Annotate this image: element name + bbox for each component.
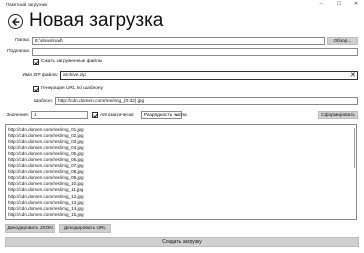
decode-json-button[interactable]: Декодировать JSON: [5, 224, 55, 233]
url-template-checkbox-label: Генерация URL по шаблону: [41, 86, 103, 91]
checkmark-icon: [93, 114, 99, 118]
create-download-button[interactable]: Создать загрузку: [5, 237, 359, 247]
auto-checkbox[interactable]: [92, 112, 99, 118]
values-label: Значения:: [6, 113, 29, 118]
auto-checkbox-label: Автоматически: [100, 113, 134, 118]
arrow-left-icon: [11, 17, 20, 27]
url-template-checkbox[interactable]: [33, 86, 40, 92]
minimize-button[interactable]: –: [316, 1, 326, 8]
window-title: Пакетный загрузчик: [6, 2, 48, 7]
decode-url-button[interactable]: Декодировать URL: [59, 224, 111, 233]
browse-button[interactable]: Обзор...: [327, 37, 358, 45]
scrollbar[interactable]: [353, 128, 355, 168]
chevron-down-icon: ⌄: [174, 112, 179, 118]
page-title: Новая загрузка: [29, 10, 164, 31]
folder-label: Папка:: [15, 38, 30, 43]
checkmark-icon: [34, 61, 40, 65]
zip-checkbox-label: Сжать загруженные файлы: [41, 59, 103, 64]
close-icon[interactable]: ✕: [350, 72, 356, 79]
close-window-button[interactable]: ✕: [351, 1, 361, 8]
list-item: http://cdn.domen.com/res/img_15.jpg: [8, 211, 84, 217]
template-label: Шаблон:: [33, 99, 53, 104]
digits-select[interactable]: Разрядность числа ⌄: [141, 111, 187, 119]
generate-button[interactable]: Сформировать: [318, 111, 358, 119]
maximize-button[interactable]: ☐: [334, 1, 344, 8]
back-button[interactable]: [8, 14, 23, 29]
digits-select-value: Разрядность числа: [144, 113, 187, 118]
title-bar: Пакетный загрузчик – ☐ ✕: [0, 0, 364, 9]
zip-name-input[interactable]: archive.zip: [60, 71, 358, 80]
subfolder-label: Подпапка:: [7, 49, 30, 54]
folder-input[interactable]: E:\download\: [32, 37, 325, 45]
zip-name-label: Имя ZIP файла:: [22, 73, 58, 78]
subfolder-input[interactable]: [32, 48, 358, 56]
url-list[interactable]: http://cdn.domen.com/res/img_01.jpg http…: [5, 124, 357, 220]
values-from-input[interactable]: 1: [31, 111, 88, 119]
zip-checkbox[interactable]: [33, 59, 40, 65]
checkmark-icon: [34, 88, 40, 92]
template-input[interactable]: http://cdn.domen.com/res/img_{0:d2}.jpg: [55, 97, 358, 105]
